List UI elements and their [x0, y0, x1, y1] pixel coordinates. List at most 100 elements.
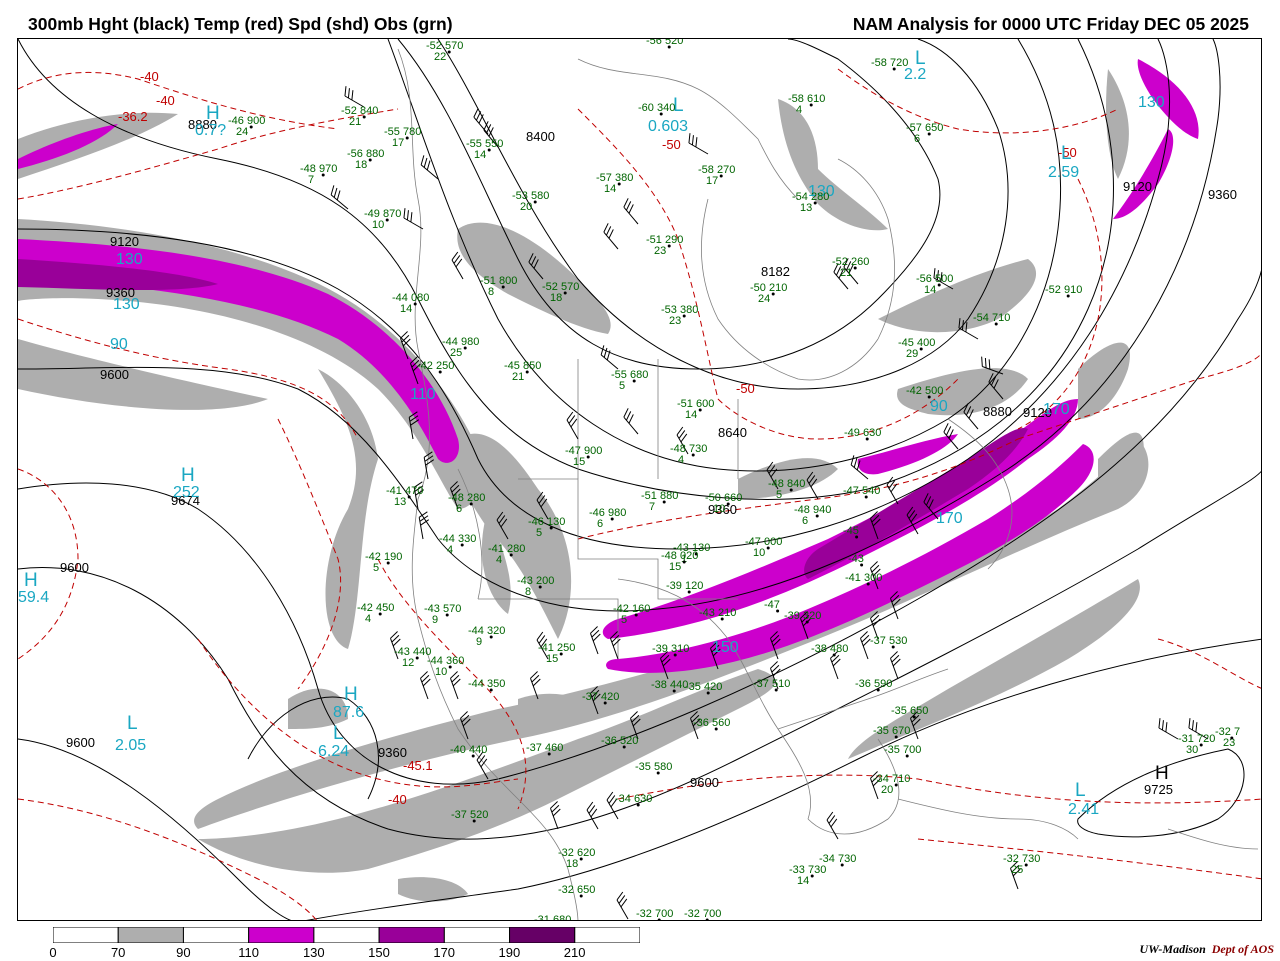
obs-temp-height: -43 570 [424, 603, 461, 615]
obs-speed: 25 [450, 347, 462, 359]
colorbar-segment [182, 927, 250, 943]
obs-speed: 7 [649, 501, 655, 513]
station-dot [720, 617, 724, 621]
station-dot [927, 132, 931, 136]
station-dot [805, 620, 809, 624]
speed-label: 130 [116, 251, 143, 268]
colorbar-tick: 210 [563, 945, 586, 960]
colorbar-tick: 190 [498, 945, 521, 960]
obs-temp-height: -36 560 [693, 717, 730, 729]
station-dot [876, 688, 880, 692]
obs-temp-height: -39 310 [652, 643, 689, 655]
speed-shading-110 [18, 59, 1199, 673]
height-label: 8640 [718, 425, 747, 440]
station-dot [894, 783, 898, 787]
obs-speed: 10 [435, 666, 447, 678]
speed-label: 170 [1043, 401, 1070, 418]
wind-barb [623, 408, 639, 435]
obs-temp-height: -57 650 [906, 122, 943, 134]
obs-temp-height: -44 330 [439, 533, 476, 545]
speed-label: 90 [930, 398, 948, 415]
station-dot [632, 379, 636, 383]
obs-temp-height: -37 510 [753, 678, 790, 690]
obs-speed: 14 [797, 875, 809, 887]
center-symbol: L [1075, 780, 1086, 801]
obs-speed: 6 [802, 515, 808, 527]
station-dot [656, 771, 660, 775]
obs-speed: 30 [1186, 744, 1198, 756]
obs-speed: 25 [1011, 864, 1023, 876]
station-dot [774, 688, 778, 692]
obs-temp-height: -55 680 [611, 369, 648, 381]
station-dot [667, 45, 671, 49]
station-dot [472, 819, 476, 823]
station-dot [726, 502, 730, 506]
station-dot [489, 688, 493, 692]
obs-temp-height: -44 320 [468, 625, 505, 637]
obs-temp-height: -49 630 [844, 427, 881, 439]
center-value: 59.4 [18, 589, 49, 606]
station-dot [533, 200, 537, 204]
obs-temp-height: -36 520 [601, 735, 638, 747]
center-value: 87.6 [333, 704, 364, 721]
credit-org: UW-Madison [1139, 942, 1206, 956]
obs-temp-height: -32 650 [558, 884, 595, 896]
obs-temp-height: -54 710 [973, 312, 1010, 324]
obs-temp-height: -45 [843, 525, 859, 537]
station-dot [853, 266, 857, 270]
wind-barb [473, 108, 489, 135]
temperature-label: -45.1 [403, 758, 433, 773]
obs-temp-height: -34 630 [615, 793, 652, 805]
obs-temp-height: -40 440 [450, 744, 487, 756]
obs-temp-height: -43 [848, 553, 864, 565]
weather-map[interactable]: 8400 8640 8880 8880 8182 9120 9120 9120 … [17, 38, 1262, 921]
station-dot [813, 201, 817, 205]
obs-speed: 18 [355, 159, 367, 171]
center-value: 252 [173, 484, 200, 501]
map-canvas: 8400 8640 8880 8880 8182 9120 9120 9120 … [18, 39, 1261, 920]
station-dot [672, 689, 676, 693]
obs-speed: 15 [546, 653, 558, 665]
colorbar-tick: 110 [238, 945, 259, 960]
obs-temp-height: -42 250 [417, 360, 454, 372]
speed-label: 170 [936, 510, 963, 527]
station-dot [662, 500, 666, 504]
station-dot [501, 285, 505, 289]
colorbar-ticks: 0 70 90 110 130 150 170 190 210 [0, 945, 700, 961]
obs-temp-height: -43 200 [517, 575, 554, 587]
obs-temp-height: -56 520 [646, 39, 683, 47]
wind-barb [566, 411, 579, 440]
station-dot [892, 67, 896, 71]
station-dot [471, 754, 475, 758]
credit-dept: Dept of AOS [1211, 942, 1274, 956]
speed-label: 110 [410, 386, 436, 403]
station-dot [860, 563, 864, 567]
obs-speed: 5 [621, 614, 627, 626]
station-dot [249, 125, 253, 129]
station-dot [706, 691, 710, 695]
station-dot [673, 653, 677, 657]
wind-barb [450, 671, 461, 700]
temperature-label: -40 [140, 69, 159, 84]
obs-speed: 15 [573, 456, 585, 468]
station-dot [321, 173, 325, 177]
center-value: 0.7? [195, 122, 226, 139]
speed-label: 150 [712, 639, 739, 656]
obs-speed: 13 [800, 202, 812, 214]
wind-barb [403, 208, 424, 230]
height-label: 9600 [60, 560, 89, 575]
obs-temp-height: -42 500 [906, 385, 943, 397]
station-dot [448, 665, 452, 669]
center-symbol: H [206, 103, 220, 124]
center-symbol: H [24, 570, 38, 591]
center-symbol: H [1155, 763, 1169, 784]
chart-title: 300mb Hght (black) Temp (red) Spd (shd) … [28, 14, 453, 34]
station-dot [487, 148, 491, 152]
station-dot [407, 495, 411, 499]
colorbar-tick: 150 [368, 945, 390, 960]
station-dot [682, 560, 686, 564]
obs-speed: 17 [706, 175, 718, 187]
obs-speed: 23 [669, 315, 681, 327]
station-dot [691, 453, 695, 457]
height-label: 9120 [110, 234, 139, 249]
